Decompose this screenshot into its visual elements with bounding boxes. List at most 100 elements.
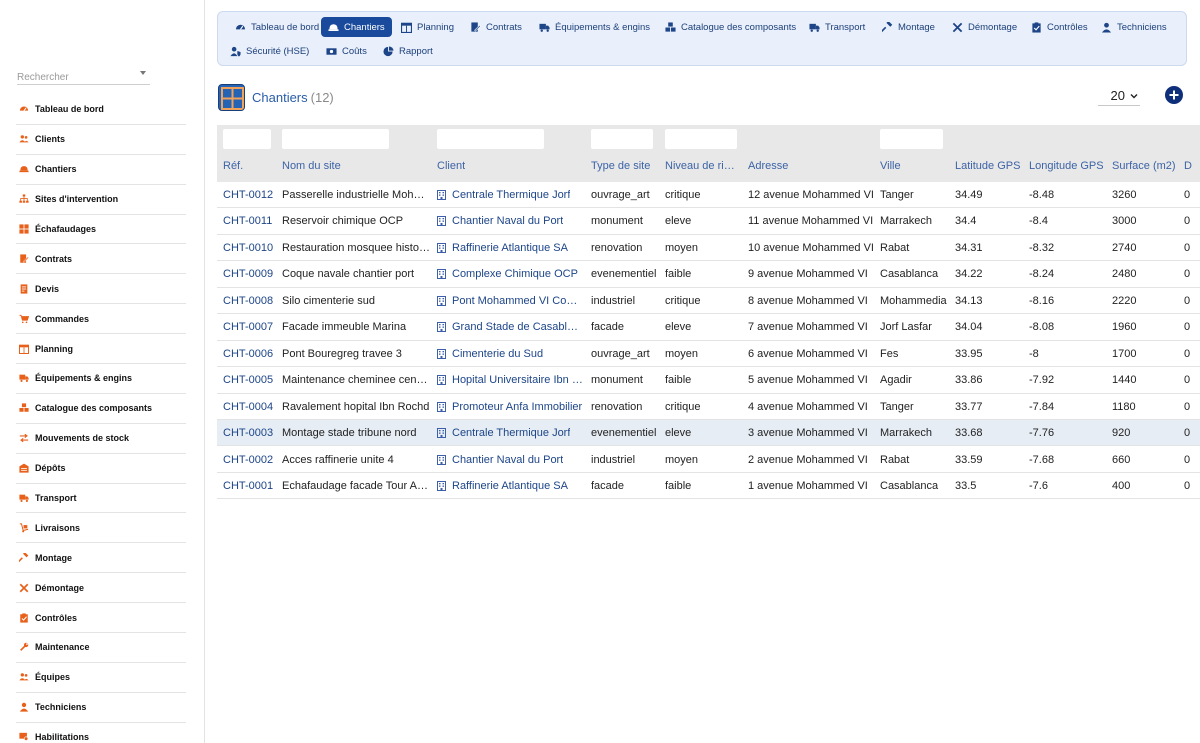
tab-controles[interactable]: Contrôles	[1024, 17, 1095, 37]
table-row[interactable]: CHT-0004 Ravalement hopital Ibn Rochd Prom…	[217, 394, 1200, 420]
tab-transport[interactable]: Transport	[802, 17, 872, 37]
table-row[interactable]: CHT-0001 Echafaudage facade Tour A… Raffin…	[217, 473, 1200, 500]
client-link[interactable]: Chantier Naval du Port	[437, 447, 583, 473]
column-filter-input[interactable]	[880, 129, 943, 149]
table-row[interactable]: CHT-0010 Restauration mosquee histo… Raffi…	[217, 235, 1200, 262]
table-row[interactable]: CHT-0002 Acces raffinerie unite 4 Chantier…	[217, 447, 1200, 473]
ref-link[interactable]: CHT-0006	[223, 341, 278, 367]
column-header[interactable]: Latitude GPS	[955, 160, 1020, 172]
client-link[interactable]: Promoteur Anfa Immobilier	[437, 394, 583, 420]
client-link[interactable]: Hopital Universitaire Ibn …	[437, 367, 583, 393]
client-link[interactable]: Cimenterie du Sud	[437, 341, 583, 367]
sidebar-item-equipements-engins[interactable]: Équipements & engins	[16, 364, 186, 394]
sidebar-item-clients[interactable]: Clients	[16, 125, 186, 155]
tab-securite-hse[interactable]: Sécurité (HSE)	[223, 41, 316, 61]
column-filter-input[interactable]	[282, 129, 389, 149]
column-header[interactable]: Réf.	[223, 160, 243, 172]
table-row[interactable]: CHT-0011 Reservoir chimique OCP Chantier N…	[217, 208, 1200, 235]
ref-link[interactable]: CHT-0005	[223, 367, 278, 393]
sidebar-item-tableau-de-bord[interactable]: Tableau de bord	[16, 95, 186, 125]
table-row[interactable]: CHT-0009 Coque navale chantier port Comple…	[217, 261, 1200, 288]
tab-equipements-engins[interactable]: Équipements & engins	[532, 17, 657, 37]
ref-link[interactable]: CHT-0004	[223, 394, 278, 420]
data-table: Réf. Nom du site Client Type de site Niveau …	[217, 125, 1200, 500]
client-link[interactable]: Pont Mohammed VI Con…	[437, 288, 583, 314]
table-row[interactable]: CHT-0008 Silo cimenterie sud Pont Mohammed…	[217, 288, 1200, 315]
record-count: (12)	[310, 90, 334, 105]
column-header[interactable]: Surface (m2)	[1112, 160, 1176, 172]
tab-montage[interactable]: Montage	[875, 17, 942, 37]
sidebar-item-sites-d-intervention[interactable]: Sites d'intervention	[16, 185, 186, 215]
column-filter-input[interactable]	[437, 129, 544, 149]
column-header[interactable]: Type de site	[591, 160, 650, 172]
column-header[interactable]: Longitude GPS	[1029, 160, 1104, 172]
page-size-select[interactable]: 20	[1098, 86, 1140, 106]
client-link[interactable]: Raffinerie Atlantique SA	[437, 473, 583, 499]
sidebar-item-depots[interactable]: Dépôts	[16, 454, 186, 484]
table-cell: 2 avenue Mohammed VI	[748, 453, 868, 466]
tab-rapport[interactable]: Rapport	[376, 41, 440, 61]
ref-link[interactable]: CHT-0012	[223, 182, 278, 208]
sidebar-item-chantiers[interactable]: Chantiers	[16, 155, 186, 185]
column-filter-input[interactable]	[591, 129, 653, 149]
table-row[interactable]: CHT-0007 Facade immeuble Marina Grand Stad…	[217, 314, 1200, 341]
ref-link[interactable]: CHT-0009	[223, 261, 278, 287]
chevron-down-icon[interactable]	[140, 71, 146, 75]
tab-demontage[interactable]: Démontage	[945, 17, 1024, 37]
sidebar-item-montage[interactable]: Montage	[16, 543, 186, 574]
sidebar-item-mouvements-de-stock[interactable]: Mouvements de stock	[16, 424, 186, 454]
sidebar-item-maintenance[interactable]: Maintenance	[16, 633, 186, 663]
ref-link[interactable]: CHT-0007	[223, 314, 278, 340]
client-link[interactable]: Centrale Thermique Jorf	[437, 182, 583, 208]
column-header[interactable]: Adresse	[748, 160, 788, 172]
client-link[interactable]: Grand Stade de Casabla…	[437, 314, 583, 340]
sidebar-item-habilitations[interactable]: Habilitations	[16, 723, 186, 743]
sidebar-item-echafaudages[interactable]: Échafaudages	[16, 215, 186, 245]
cart-icon	[19, 314, 29, 324]
search-input[interactable]	[17, 69, 132, 86]
ref-link[interactable]: CHT-0002	[223, 447, 278, 473]
sidebar-item-transport[interactable]: Transport	[16, 484, 186, 514]
tab-couts[interactable]: Coûts	[319, 41, 374, 61]
sidebar-item-livraisons[interactable]: Livraisons	[16, 513, 186, 544]
ref-link[interactable]: CHT-0001	[223, 473, 278, 499]
ref-link[interactable]: CHT-0010	[223, 235, 278, 261]
sidebar-item-equipes[interactable]: Équipes	[16, 663, 186, 693]
column-header[interactable]: Niveau de ri…	[665, 160, 735, 172]
tab-catalogue-des-composants[interactable]: Catalogue des composants	[658, 17, 803, 37]
column-filter-input[interactable]	[223, 129, 271, 149]
table-cell: 34.49	[955, 189, 983, 201]
tab-planning[interactable]: Planning	[394, 17, 461, 37]
table-row[interactable]: CHT-0005 Maintenance cheminee cent… Hopita…	[217, 367, 1200, 394]
table-row[interactable]: CHT-0006 Pont Bouregreg travee 3 Cimenteri…	[217, 341, 1200, 368]
column-filter-input[interactable]	[665, 129, 737, 149]
table-row[interactable]: CHT-0012 Passerelle industrielle Moha… Cen…	[217, 182, 1200, 209]
column-header[interactable]: Nom du site	[282, 160, 341, 172]
client-link[interactable]: Centrale Thermique Jorf	[437, 420, 583, 446]
sidebar-item-planning[interactable]: Planning	[16, 334, 186, 365]
column-header[interactable]: Ville	[880, 160, 901, 172]
client-link[interactable]: Complexe Chimique OCP	[437, 261, 583, 287]
add-button[interactable]	[1165, 86, 1183, 104]
sidebar-item-techniciens[interactable]: Techniciens	[16, 693, 186, 723]
sidebar-item-demontage[interactable]: Démontage	[16, 573, 186, 604]
sidebar-item-contrats[interactable]: Contrats	[16, 244, 186, 275]
sidebar-item-controles[interactable]: Contrôles	[16, 603, 186, 634]
tab-techniciens[interactable]: Techniciens	[1094, 17, 1174, 37]
column-header[interactable]: Client	[437, 160, 465, 172]
ref-link[interactable]: CHT-0008	[223, 288, 278, 314]
column-header[interactable]: D	[1184, 160, 1192, 172]
sidebar-item-commandes[interactable]: Commandes	[16, 304, 186, 335]
client-link[interactable]: Raffinerie Atlantique SA	[437, 235, 583, 261]
client-link[interactable]: Chantier Naval du Port	[437, 208, 583, 234]
ref-link[interactable]: CHT-0011	[223, 208, 278, 234]
table-row[interactable]: CHT-0003 Montage stade tribune nord Centra…	[217, 420, 1200, 447]
sidebar-item-catalogue-des-composants[interactable]: Catalogue des composants	[16, 394, 186, 424]
certificate-icon	[19, 732, 29, 742]
sidebar-item-devis[interactable]: Devis	[16, 274, 186, 305]
search-select[interactable]	[17, 67, 150, 86]
tab-contrats[interactable]: Contrats	[463, 17, 529, 37]
tab-tableau-de-bord[interactable]: Tableau de bord	[228, 17, 326, 37]
tab-chantiers[interactable]: Chantiers	[321, 17, 392, 37]
ref-link[interactable]: CHT-0003	[223, 420, 278, 446]
